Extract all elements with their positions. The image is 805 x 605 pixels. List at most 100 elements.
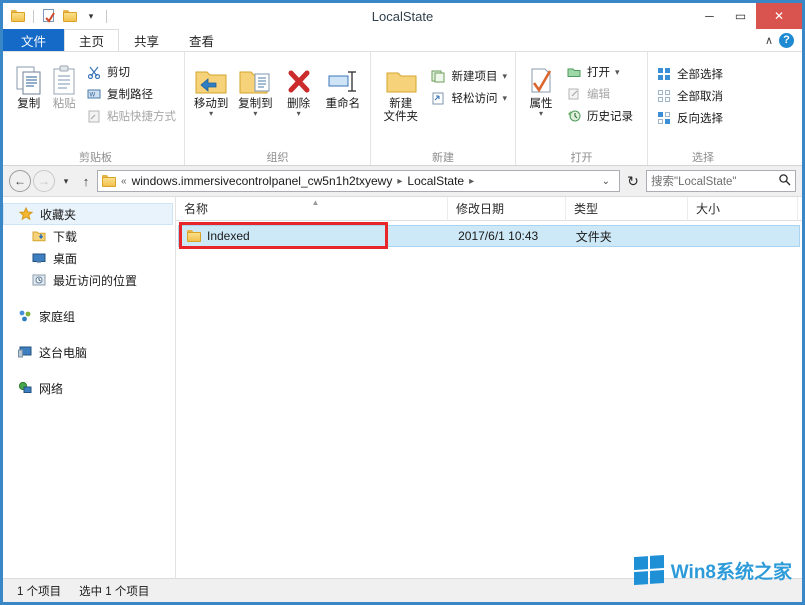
paste-shortcut-button[interactable]: 粘贴快捷方式	[82, 105, 180, 127]
column-header-type[interactable]: 类型	[566, 197, 688, 221]
sidebar-label-network: 网络	[39, 380, 63, 397]
sidebar-item-downloads[interactable]: 下载	[3, 225, 175, 247]
watermark: Win8系统之家	[634, 556, 792, 584]
breadcrumb-dropdown-icon[interactable]: ⌄	[595, 176, 617, 187]
file-list-pane: ▲ 名称 修改日期 类型 大小	[176, 197, 802, 578]
invert-selection-button[interactable]: 反向选择	[652, 107, 727, 129]
close-button[interactable]: ✕	[756, 3, 802, 29]
copy-button[interactable]: 复制	[11, 59, 47, 111]
easy-access-button[interactable]: 轻松访问 ▾	[426, 87, 511, 109]
paste-shortcut-label: 粘贴快捷方式	[107, 108, 176, 124]
search-input[interactable]: 搜索"LocalState"	[646, 170, 796, 192]
invert-selection-label: 反向选择	[677, 110, 723, 126]
breadcrumb-item-localstate[interactable]: LocalState	[407, 174, 464, 188]
sidebar-item-recent-places[interactable]: 最近访问的位置	[3, 269, 175, 291]
move-to-caret-icon[interactable]: ▾	[209, 111, 213, 117]
column-label-date: 修改日期	[456, 200, 504, 217]
group-label-select: 选择	[652, 149, 754, 165]
tab-view[interactable]: 查看	[174, 29, 229, 51]
windows-logo-icon	[634, 555, 664, 585]
open-caret-icon[interactable]: ▾	[615, 69, 620, 75]
breadcrumb-item-package[interactable]: windows.immersivecontrolpanel_cw5n1h2txy…	[132, 174, 393, 188]
cut-button[interactable]: 剪切	[82, 61, 180, 83]
group-label-clipboard: 剪贴板	[11, 149, 180, 165]
tab-share[interactable]: 共享	[119, 29, 174, 51]
sidebar-item-this-pc[interactable]: 这台电脑	[3, 341, 175, 363]
qat-dropdown-icon[interactable]: ▾	[82, 7, 100, 25]
rename-button[interactable]: 重命名	[320, 59, 366, 111]
easy-access-caret-icon[interactable]: ▾	[502, 95, 507, 101]
qat-separator	[33, 10, 34, 23]
refresh-icon[interactable]: ↻	[622, 170, 644, 192]
column-header-date[interactable]: 修改日期	[448, 197, 566, 221]
properties-icon[interactable]	[40, 7, 58, 25]
clipboard-small-buttons: 剪切 W 复制路径 粘贴快捷方式	[82, 59, 180, 127]
breadcrumb-separator-icon[interactable]: ▸	[395, 176, 404, 187]
navigation-pane: 收藏夹 下载 桌面 最近访问的位置	[3, 197, 176, 578]
sidebar-item-network[interactable]: 网络	[3, 377, 175, 399]
network-icon	[17, 380, 33, 396]
ribbon-body: 复制 粘贴	[3, 52, 802, 166]
copy-path-icon: W	[86, 86, 102, 102]
group-label-organize: 组织	[189, 149, 366, 165]
column-header-size[interactable]: 大小	[688, 197, 798, 221]
move-to-button[interactable]: 移动到 ▾	[189, 59, 233, 117]
help-icon[interactable]: ?	[779, 33, 794, 48]
sidebar-label-favorites: 收藏夹	[40, 206, 76, 223]
sidebar-item-favorites[interactable]: 收藏夹	[3, 203, 173, 225]
window-title: LocalState	[3, 3, 802, 29]
search-icon[interactable]	[778, 173, 791, 189]
sidebar-item-homegroup[interactable]: 家庭组	[3, 305, 175, 327]
copy-path-button[interactable]: W 复制路径	[82, 83, 180, 105]
edit-icon	[566, 86, 582, 102]
nav-gap-1	[3, 291, 175, 305]
open-button[interactable]: 打开 ▾	[562, 61, 637, 83]
select-none-label: 全部取消	[677, 88, 723, 104]
edit-button[interactable]: 编辑	[562, 83, 637, 105]
new-item-caret-icon[interactable]: ▾	[502, 73, 507, 79]
move-to-icon	[194, 62, 228, 96]
tab-file[interactable]: 文件	[3, 29, 64, 51]
delete-caret-icon[interactable]: ▾	[297, 111, 301, 117]
new-folder-label: 新建 文件夹	[383, 98, 418, 124]
column-headers: ▲ 名称 修改日期 类型 大小	[176, 197, 802, 221]
properties-button[interactable]: 属性 ▾	[520, 59, 562, 117]
copy-to-icon	[238, 62, 272, 96]
copy-to-caret-icon[interactable]: ▾	[253, 111, 257, 117]
sidebar-item-desktop[interactable]: 桌面	[3, 247, 175, 269]
back-button[interactable]: ←	[9, 170, 31, 192]
quick-access-toolbar: ▾	[3, 3, 110, 29]
breadcrumb[interactable]: « windows.immersivecontrolpanel_cw5n1h2t…	[97, 170, 620, 192]
group-label-open: 打开	[520, 149, 643, 165]
forward-button[interactable]: →	[33, 170, 55, 192]
new-folder-button[interactable]: 新建 文件夹	[375, 59, 426, 124]
status-selection-count: 选中 1 个项目	[79, 583, 149, 599]
history-button[interactable]: 历史记录	[562, 105, 637, 127]
copy-to-button[interactable]: 复制到 ▾	[233, 59, 277, 117]
minimize-button[interactable]: ─	[694, 3, 725, 29]
breadcrumb-overflow-icon[interactable]: «	[119, 176, 129, 187]
maximize-button[interactable]: ▭	[725, 3, 756, 29]
properties-caret-icon[interactable]: ▾	[539, 111, 543, 117]
main-area: 收藏夹 下载 桌面 最近访问的位置	[3, 196, 802, 578]
folder-icon[interactable]	[9, 7, 27, 25]
delete-button[interactable]: 删除 ▾	[278, 59, 320, 117]
breadcrumb-separator-icon-2[interactable]: ▸	[467, 176, 476, 187]
up-button[interactable]: ↑	[77, 170, 95, 192]
new-item-button[interactable]: 新建项目 ▾	[426, 65, 511, 87]
collapse-ribbon-icon[interactable]: ∧	[765, 34, 773, 47]
recent-locations-dropdown[interactable]: ▾	[57, 170, 75, 192]
column-header-name[interactable]: ▲ 名称	[176, 197, 448, 221]
cell-type: 文件夹	[568, 228, 690, 245]
ribbon-group-select: 全部选择 全部取消 反向选择 选择	[648, 52, 758, 165]
copy-icon	[13, 62, 45, 96]
new-folder-icon[interactable]	[61, 7, 79, 25]
tab-home[interactable]: 主页	[64, 29, 119, 51]
table-row[interactable]: Indexed 2017/6/1 10:43 文件夹	[178, 225, 800, 247]
select-none-button[interactable]: 全部取消	[652, 85, 727, 107]
paste-button[interactable]: 粘贴	[47, 59, 83, 111]
select-all-button[interactable]: 全部选择	[652, 63, 727, 85]
sidebar-label-desktop: 桌面	[53, 250, 77, 267]
new-folder-icon	[384, 62, 418, 96]
watermark-text: Win8系统之家	[671, 557, 792, 584]
